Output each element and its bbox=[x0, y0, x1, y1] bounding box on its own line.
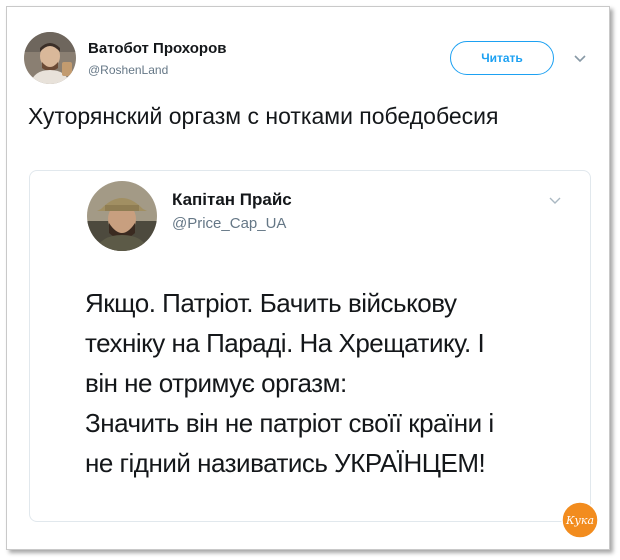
quoted-author-avatar[interactable] bbox=[87, 181, 157, 251]
follow-button[interactable]: Читать bbox=[450, 41, 554, 75]
quoted-avatar-icon bbox=[87, 181, 157, 251]
quoted-text-line: не гідний називатись УКРАЇНЦЕМ! bbox=[85, 448, 486, 478]
author-name[interactable]: Ватобот Прохоров bbox=[88, 40, 226, 57]
chevron-down-icon[interactable] bbox=[548, 196, 562, 206]
watermark-text: Кука bbox=[565, 514, 594, 527]
tweet-text: Хуторянский оргазм с нотками победобесия bbox=[28, 103, 499, 129]
quoted-author-handle[interactable]: @Price_Cap_UA bbox=[172, 215, 286, 232]
watermark-logo-icon: Кука bbox=[561, 501, 599, 539]
quoted-tweet-text: Якщо. Патріот. Бачить військову техніку … bbox=[85, 283, 585, 483]
chevron-down-icon[interactable] bbox=[573, 54, 587, 64]
quoted-text-line: він не отримує оргазм: bbox=[85, 368, 347, 398]
author-avatar[interactable] bbox=[24, 32, 76, 84]
user-avatar-icon bbox=[24, 32, 76, 84]
quoted-text-line: техніку на Параді. На Хрещатику. І bbox=[85, 328, 485, 358]
author-handle[interactable]: @RoshenLand bbox=[88, 63, 168, 77]
quoted-author-name[interactable]: Капітан Прайс bbox=[172, 190, 292, 210]
quoted-text-line: Якщо. Патріот. Бачить військову bbox=[85, 288, 457, 318]
quoted-text-line: Значить він не патріот своїї країни і bbox=[85, 408, 494, 438]
